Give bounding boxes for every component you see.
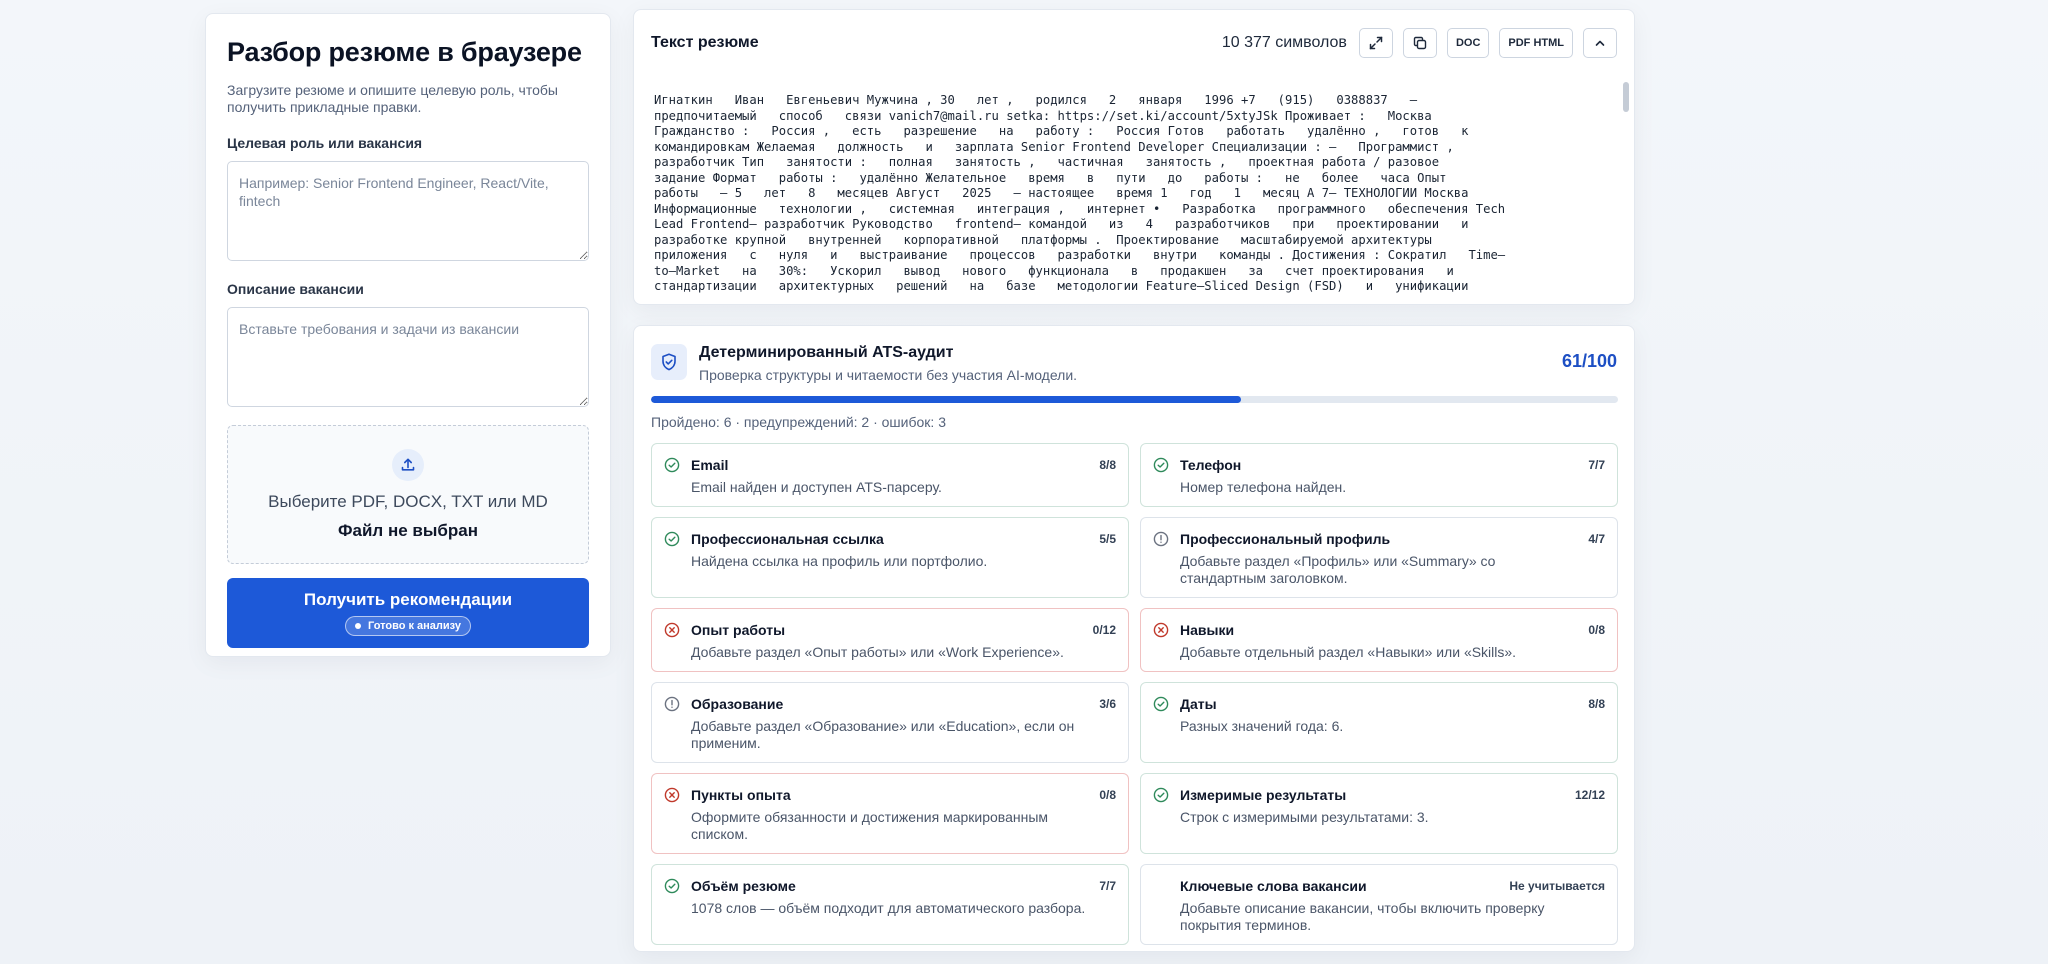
ready-badge: Готово к анализу xyxy=(345,616,471,636)
scrollbar-thumb[interactable] xyxy=(1623,82,1629,112)
ats-check: Опыт работы 0/12 Добавьте раздел «Опыт раб… xyxy=(651,608,1129,672)
ats-score: 61/100 xyxy=(1561,351,1617,371)
ats-check: Профессиональная ссылка 5/5 Найдена ссылка… xyxy=(651,517,1129,598)
ats-subtitle: Проверка структуры и читаемости без учас… xyxy=(699,367,1078,383)
x-circle-icon xyxy=(1153,622,1169,638)
check-score: 0/12 xyxy=(1092,623,1116,637)
ats-summary: Пройдено: 6 · предупреждений: 2 · ошибок… xyxy=(651,414,946,430)
check-description: 1078 слов — объём подходит для автоматич… xyxy=(691,900,1086,916)
upload-status: Файл не выбран xyxy=(338,520,478,540)
char-count: 10 377 символов xyxy=(1221,34,1347,51)
check-description: Добавьте раздел «Опыт работы» или «Work … xyxy=(691,644,1064,660)
ats-progress-bar xyxy=(651,396,1618,403)
check-circle-icon xyxy=(664,457,680,473)
check-description: Строк с измеримыми результатами: 3. xyxy=(1180,809,1429,825)
check-title: Объём резюме xyxy=(691,878,796,894)
resume-text-panel: Текст резюме 10 377 символов DOC PDF HTM… xyxy=(633,9,1635,305)
check-description: Добавьте раздел «Профиль» или «Summary» … xyxy=(1180,553,1496,586)
copy-button[interactable] xyxy=(1402,28,1437,58)
ats-progress-fill xyxy=(651,396,1241,403)
status-dot-icon xyxy=(355,623,361,629)
ats-check: Телефон 7/7 Номер телефона найден. xyxy=(1140,443,1618,507)
check-title: Образование xyxy=(691,696,784,712)
check-score: 7/7 xyxy=(1588,458,1605,472)
ats-check: Даты 8/8 Разных значений года: 6. xyxy=(1140,682,1618,763)
check-circle-icon xyxy=(1153,787,1169,803)
role-field-label: Целевая роль или вакансия xyxy=(227,135,423,151)
check-description: Оформите обязанности и достижения маркир… xyxy=(691,809,1049,842)
role-input[interactable] xyxy=(227,161,589,261)
check-title: Даты xyxy=(1180,696,1217,712)
ats-check: Профессиональный профиль 4/7 Добавьте разд… xyxy=(1140,517,1618,598)
alert-circle-icon xyxy=(1153,531,1169,547)
check-title: Профессиональная ссылка xyxy=(691,531,884,547)
ats-audit-panel: Детерминированный ATS-аудит Проверка стр… xyxy=(633,325,1635,952)
ats-check: Email 8/8 Email найден и доступен ATS-парс… xyxy=(651,443,1129,507)
check-description: Добавьте раздел «Образование» или «Educa… xyxy=(691,718,1075,751)
check-score: 0/8 xyxy=(1588,623,1605,637)
export-doc-button[interactable]: DOC xyxy=(1446,28,1490,58)
check-score: 4/7 xyxy=(1588,532,1605,546)
minus-circle-icon xyxy=(1153,878,1169,894)
copy-icon xyxy=(1413,36,1427,50)
resume-text-title: Текст резюме xyxy=(651,34,759,51)
check-description: Номер телефона найден. xyxy=(1180,479,1347,495)
ats-title: Детерминированный ATS-аудит xyxy=(699,344,954,361)
ats-check: Пункты опыта 0/8 Оформите обязанности и до… xyxy=(651,773,1129,854)
check-title: Навыки xyxy=(1180,622,1235,638)
resume-toolbar: 10 377 символов DOC PDF HTML xyxy=(1222,28,1617,58)
chevron-up-icon xyxy=(1595,40,1605,46)
check-score: 7/7 xyxy=(1099,879,1116,893)
check-score: 0/8 xyxy=(1099,788,1116,802)
page-subtitle: Загрузите резюме и опишите целевую роль,… xyxy=(227,82,558,115)
ats-check: Навыки 0/8 Добавьте отдельный раздел «Навы… xyxy=(1140,608,1618,672)
x-circle-icon xyxy=(664,787,680,803)
ats-checks-grid: Email 8/8 Email найден и доступен ATS-парс… xyxy=(651,443,1619,945)
get-recommendations-button[interactable]: Получить рекомендации Готово к анализу xyxy=(227,578,589,648)
check-description: Добавьте отдельный раздел «Навыки» или «… xyxy=(1180,644,1517,660)
resume-text-content[interactable]: Игнаткин Иван Евгеньевич Мужчина , 30 ле… xyxy=(654,93,1614,293)
upload-icon xyxy=(392,448,424,481)
check-title: Email xyxy=(691,457,729,473)
page-title: Разбор резюме в браузере xyxy=(227,37,582,67)
check-title: Измеримые результаты xyxy=(1180,787,1347,803)
check-score: 12/12 xyxy=(1574,788,1605,802)
ready-badge-label: Готово к анализу xyxy=(368,620,461,632)
check-circle-icon xyxy=(1153,457,1169,473)
ats-check: Объём резюме 7/7 1078 слов — объём подходи… xyxy=(651,864,1129,945)
ats-check: Измеримые результаты 12/12 Строк с измерим… xyxy=(1140,773,1618,854)
check-description: Email найден и доступен ATS-парсеру. xyxy=(691,479,942,495)
upload-panel: Разбор резюме в браузере Загрузите резюм… xyxy=(205,13,611,657)
check-score: 5/5 xyxy=(1099,532,1116,546)
file-dropzone[interactable]: Выберите PDF, DOCX, TXT или MD Файл не в… xyxy=(227,425,589,564)
check-circle-icon xyxy=(664,531,680,547)
check-description: Найдена ссылка на профиль или портфолио. xyxy=(691,553,988,569)
check-score: 8/8 xyxy=(1099,458,1116,472)
submit-label: Получить рекомендации xyxy=(303,590,513,609)
expand-icon xyxy=(1369,36,1383,50)
upload-prompt: Выберите PDF, DOCX, TXT или MD xyxy=(268,491,548,511)
check-score: 8/8 xyxy=(1588,697,1605,711)
export-pdf-html-button[interactable]: PDF HTML xyxy=(1499,28,1573,58)
ats-check: Образование 3/6 Добавьте раздел «Образован… xyxy=(651,682,1129,763)
check-circle-icon xyxy=(1153,696,1169,712)
x-circle-icon xyxy=(664,622,680,638)
description-field-label: Описание вакансии xyxy=(227,281,364,297)
check-score: 3/6 xyxy=(1099,697,1116,711)
check-circle-icon xyxy=(664,878,680,894)
expand-button[interactable] xyxy=(1358,28,1393,58)
check-description: Разных значений года: 6. xyxy=(1180,718,1344,734)
check-title: Пункты опыта xyxy=(691,787,791,803)
resume-scrollbar[interactable] xyxy=(1622,82,1630,300)
check-description: Добавьте описание вакансии, чтобы включи… xyxy=(1180,900,1545,933)
ats-check: Ключевые слова вакансии Не учитывается Доб… xyxy=(1140,864,1618,945)
check-title: Профессиональный профиль xyxy=(1180,531,1391,547)
check-score: Не учитывается xyxy=(1509,879,1605,893)
collapse-button[interactable] xyxy=(1583,28,1617,58)
check-title: Телефон xyxy=(1180,457,1242,473)
vacancy-description-input[interactable] xyxy=(227,307,589,407)
check-title: Опыт работы xyxy=(691,622,786,638)
shield-check-icon xyxy=(651,344,687,380)
alert-circle-icon xyxy=(664,696,680,712)
